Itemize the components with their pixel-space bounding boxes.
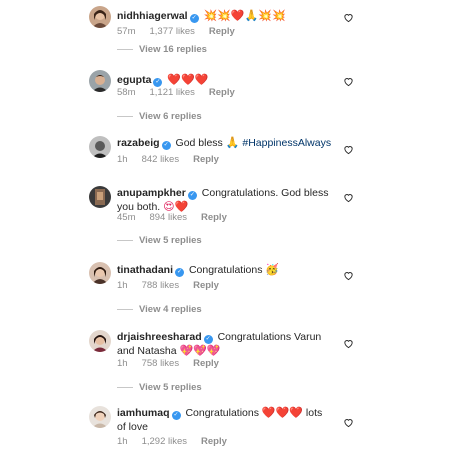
comment-text: razabeig ✓ God bless 🙏 #HappinessAlways xyxy=(117,136,332,150)
like-heart-icon[interactable] xyxy=(343,12,354,23)
username[interactable]: drjaishreesharad xyxy=(117,331,202,343)
view-replies-button[interactable]: View 6 replies xyxy=(117,111,202,122)
divider-line xyxy=(117,239,133,241)
username[interactable]: razabeig xyxy=(117,137,160,149)
comment-text: iamhumaq ✓ Congratulations ❤️❤️❤️ lots of… xyxy=(117,406,332,434)
comment-time: 1h xyxy=(117,436,128,447)
like-heart-icon[interactable] xyxy=(343,417,354,428)
comment-meta: 1h 842 likes Reply xyxy=(117,154,233,165)
like-heart-icon[interactable] xyxy=(343,144,354,155)
view-replies-label: View 16 replies xyxy=(139,44,207,55)
comment-time: 58m xyxy=(117,87,136,98)
reply-button[interactable]: Reply xyxy=(193,154,219,165)
comment-text: anupampkher ✓ Congratulations. God bless … xyxy=(117,186,332,214)
like-count[interactable]: 842 likes xyxy=(142,154,180,165)
comment-time: 1h xyxy=(117,280,128,291)
divider-line xyxy=(117,115,133,117)
verified-badge-icon: ✓ xyxy=(187,191,197,200)
view-replies-label: View 4 replies xyxy=(139,304,202,315)
avatar[interactable] xyxy=(89,136,111,158)
comment-time: 1h xyxy=(117,358,128,369)
verified-badge-icon: ✓ xyxy=(161,141,171,150)
username[interactable]: iamhumaq xyxy=(117,407,170,419)
username[interactable]: anupampkher xyxy=(117,187,186,199)
verified-badge-icon: ✓ xyxy=(203,335,213,344)
view-replies-button[interactable]: View 4 replies xyxy=(117,304,202,315)
like-count[interactable]: 894 likes xyxy=(149,212,187,223)
like-count[interactable]: 788 likes xyxy=(142,280,180,291)
like-count[interactable]: 1,377 likes xyxy=(149,26,194,37)
reply-button[interactable]: Reply xyxy=(193,358,219,369)
avatar[interactable] xyxy=(89,406,111,428)
avatar[interactable] xyxy=(89,330,111,352)
reply-button[interactable]: Reply xyxy=(201,212,227,223)
comment-feed: nidhhiagerwal ✓ 💥💥❤️🙏💥💥 57m 1,377 likes Rep… xyxy=(0,0,450,450)
comment-meta: 58m 1,121 likes Reply xyxy=(117,87,249,98)
reply-button[interactable]: Reply xyxy=(209,26,235,37)
view-replies-button[interactable]: View 5 replies xyxy=(117,235,202,246)
comment-text: egupta ✓ ❤️❤️❤️ xyxy=(117,73,332,87)
view-replies-label: View 6 replies xyxy=(139,111,202,122)
avatar[interactable] xyxy=(89,6,111,28)
hashtag-link[interactable]: #HappinessAlways xyxy=(242,137,331,149)
username[interactable]: egupta xyxy=(117,74,151,86)
divider-line xyxy=(117,386,133,388)
like-heart-icon[interactable] xyxy=(343,270,354,281)
verified-badge-icon: ✓ xyxy=(153,78,163,87)
comment-emoji: 🥳 xyxy=(265,263,280,276)
comment-text: drjaishreesharad ✓ Congratulations Varun … xyxy=(117,330,332,358)
comment-meta: 1h 788 likes Reply xyxy=(117,280,233,291)
view-replies-label: View 5 replies xyxy=(139,382,202,393)
divider-line xyxy=(117,308,133,310)
avatar[interactable] xyxy=(89,70,111,92)
comment-meta: 1h 758 likes Reply xyxy=(117,358,233,369)
like-count[interactable]: 758 likes xyxy=(142,358,180,369)
view-replies-button[interactable]: View 5 replies xyxy=(117,382,202,393)
like-heart-icon[interactable] xyxy=(343,76,354,87)
username[interactable]: tinathadani xyxy=(117,264,173,276)
view-replies-button[interactable]: View 16 replies xyxy=(117,44,207,55)
comment-time: 1h xyxy=(117,154,128,165)
comment-meta: 57m 1,377 likes Reply xyxy=(117,26,249,37)
comment-body: God bless xyxy=(175,137,223,149)
reply-button[interactable]: Reply xyxy=(193,280,219,291)
like-heart-icon[interactable] xyxy=(343,192,354,203)
avatar[interactable] xyxy=(89,186,111,208)
comment-emoji: 💥💥❤️🙏💥💥 xyxy=(203,9,286,22)
reply-button[interactable]: Reply xyxy=(209,87,235,98)
username[interactable]: nidhhiagerwal xyxy=(117,10,188,22)
view-replies-label: View 5 replies xyxy=(139,235,202,246)
comment-body: Congratulations xyxy=(185,407,259,419)
like-heart-icon[interactable] xyxy=(343,338,354,349)
verified-badge-icon: ✓ xyxy=(171,411,181,420)
comment-emoji: ❤️❤️❤️ xyxy=(261,406,303,419)
comment-emoji: 🙏 xyxy=(225,136,240,149)
comment-text: nidhhiagerwal ✓ 💥💥❤️🙏💥💥 xyxy=(117,9,332,23)
verified-badge-icon: ✓ xyxy=(175,268,185,277)
divider-line xyxy=(117,48,133,50)
comment-meta: 1h 1,292 likes Reply xyxy=(117,436,241,447)
like-count[interactable]: 1,121 likes xyxy=(149,87,194,98)
comment-time: 45m xyxy=(117,212,136,223)
comment-time: 57m xyxy=(117,26,136,37)
verified-badge-icon: ✓ xyxy=(189,14,199,23)
comment-text: tinathadani ✓ Congratulations 🥳 xyxy=(117,263,332,277)
like-count[interactable]: 1,292 likes xyxy=(142,436,187,447)
comment-emoji: ❤️❤️❤️ xyxy=(167,73,209,86)
comment-meta: 45m 894 likes Reply xyxy=(117,212,241,223)
comment-body: Congratulations xyxy=(188,264,263,276)
reply-button[interactable]: Reply xyxy=(201,436,227,447)
comment-emoji: 💖💖💖 xyxy=(179,344,221,357)
avatar[interactable] xyxy=(89,262,111,284)
